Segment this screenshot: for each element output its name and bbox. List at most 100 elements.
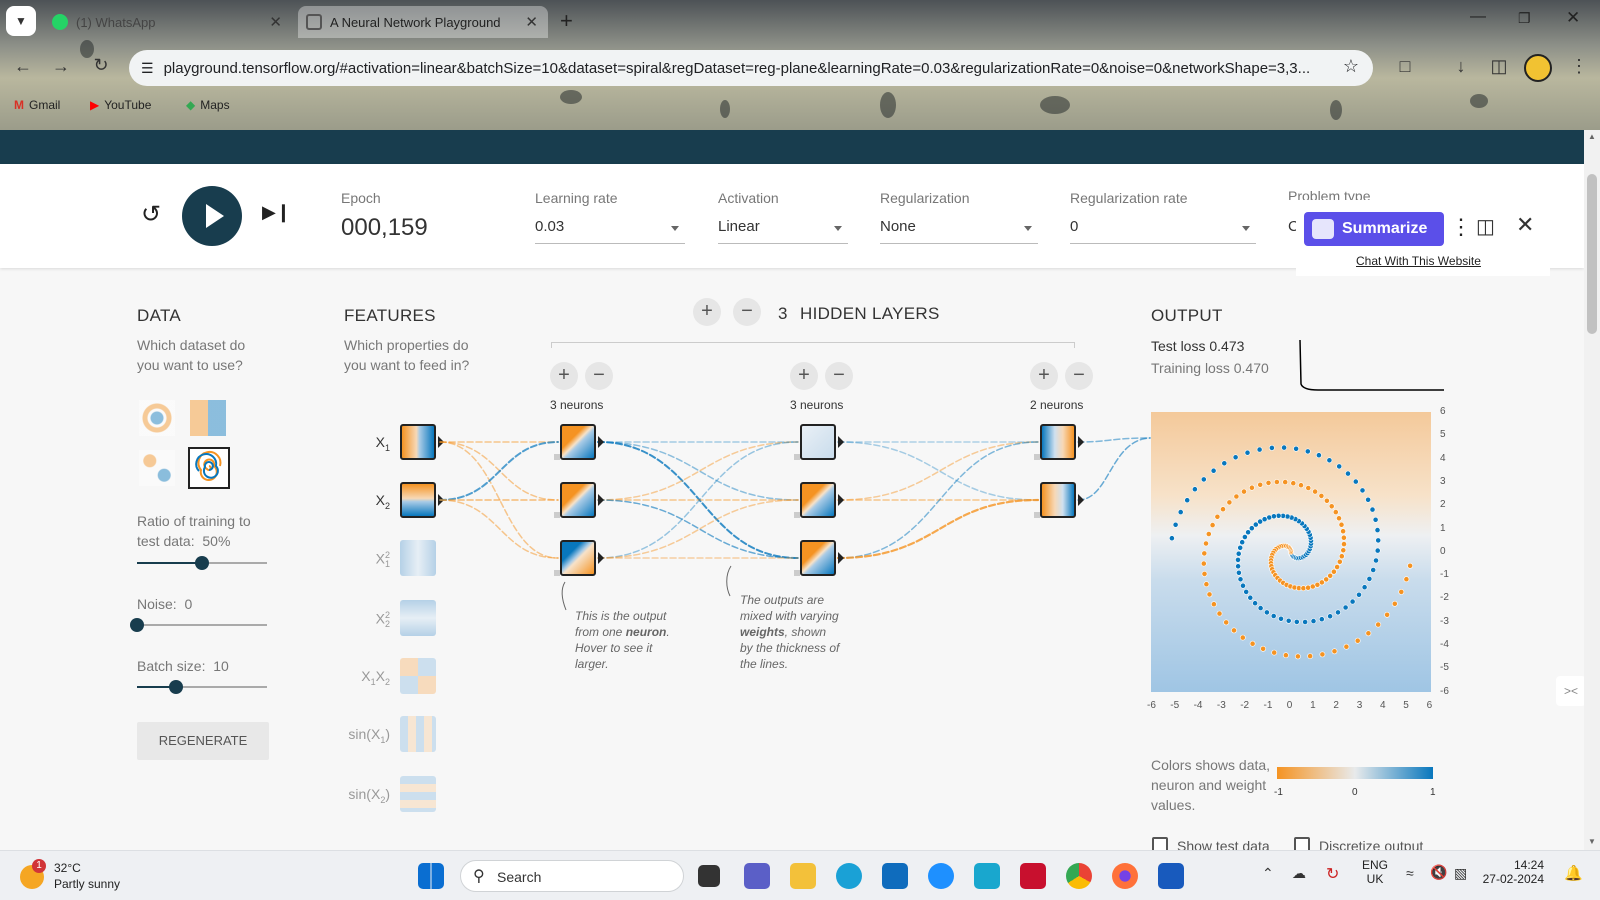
data-point	[1244, 449, 1251, 456]
data-point	[1239, 539, 1246, 546]
y-tick-label: -1	[1440, 569, 1449, 581]
wifi-icon[interactable]: ≈	[1406, 865, 1414, 881]
bias-marker[interactable]	[794, 570, 800, 576]
output-arrow-icon	[1078, 436, 1084, 448]
task-view-icon[interactable]	[698, 865, 720, 887]
data-point	[1260, 645, 1266, 652]
output-arrow-icon	[598, 494, 604, 506]
data-point	[1365, 496, 1371, 503]
clock[interactable]: 14:24 27-02-2024	[1483, 858, 1544, 886]
data-point	[1319, 651, 1326, 658]
output-arrow-icon	[838, 494, 844, 506]
neurons-count-label: 3 neurons	[550, 398, 604, 412]
weather-widget[interactable]: 1 32°C Partly sunny	[20, 859, 130, 893]
mcafee-icon[interactable]	[1020, 863, 1046, 889]
windows-start-icon[interactable]	[418, 863, 444, 889]
x-tick-label: 3	[1356, 700, 1363, 711]
remove-neuron-button[interactable]: −	[585, 362, 613, 390]
help-icon[interactable]	[928, 863, 954, 889]
neuron[interactable]	[1034, 424, 1084, 460]
neuron[interactable]	[554, 540, 604, 576]
taskbar-search[interactable]: ⚲ Search	[460, 860, 684, 892]
scroll-down-icon[interactable]: ▼	[1588, 837, 1596, 846]
search-label: Search	[497, 869, 542, 885]
output-arrow-icon	[1078, 494, 1084, 506]
firefox-icon[interactable]	[1112, 863, 1138, 889]
bias-marker[interactable]	[794, 454, 800, 460]
data-point	[1336, 463, 1343, 470]
remove-neuron-button[interactable]: −	[825, 362, 853, 390]
data-point	[1256, 446, 1263, 453]
language-indicator[interactable]: ENG UK	[1362, 858, 1388, 886]
notification-bell-icon[interactable]: 🔔	[1564, 864, 1583, 882]
data-point	[1330, 568, 1337, 575]
data-point	[1332, 509, 1339, 515]
data-point	[1223, 619, 1230, 626]
data-point	[1342, 604, 1349, 611]
x-tick-label: 5	[1403, 700, 1409, 711]
x-tick-label: -2	[1240, 700, 1250, 711]
data-point	[1290, 480, 1297, 487]
data-point	[1293, 618, 1300, 625]
x-tick-label: -4	[1193, 700, 1203, 711]
data-point	[1374, 527, 1381, 533]
neuron[interactable]	[554, 482, 604, 518]
legend-tick-mid: 0	[1352, 787, 1358, 798]
add-neuron-button[interactable]: +	[550, 362, 578, 390]
data-point	[1278, 615, 1284, 622]
side-collapse-icon[interactable]: ><	[1556, 676, 1586, 706]
data-point	[1328, 503, 1335, 510]
output-arrow-icon	[838, 552, 844, 564]
teams-icon[interactable]	[744, 863, 770, 889]
page-scrollbar[interactable]: ▲ ▼	[1584, 130, 1600, 850]
y-tick-label: 0	[1440, 545, 1446, 557]
search-icon: ⚲	[473, 868, 485, 885]
store-icon[interactable]	[882, 863, 908, 889]
neuron[interactable]	[554, 424, 604, 460]
file-explorer-icon[interactable]	[790, 863, 816, 889]
add-neuron-button[interactable]: +	[790, 362, 818, 390]
mypc-icon[interactable]	[974, 863, 1000, 889]
data-point	[1293, 445, 1299, 452]
remove-neuron-button[interactable]: −	[1065, 362, 1093, 390]
bias-marker[interactable]	[554, 454, 560, 460]
data-point	[1327, 572, 1334, 579]
data-point	[1241, 488, 1247, 495]
output-heading: OUTPUT	[1151, 306, 1223, 325]
neuron[interactable]	[794, 482, 844, 518]
y-tick-label: 4	[1440, 452, 1446, 464]
data-point	[1384, 611, 1390, 618]
data-point	[1264, 609, 1270, 616]
word-icon[interactable]	[1158, 863, 1184, 889]
data-point	[1349, 598, 1356, 605]
volume-mute-icon[interactable]: 🔇	[1430, 864, 1447, 881]
bias-marker[interactable]	[794, 512, 800, 518]
neuron[interactable]	[794, 540, 844, 576]
bias-marker[interactable]	[1034, 454, 1040, 460]
data-point	[1338, 521, 1345, 528]
chrome-icon[interactable]	[1066, 863, 1092, 889]
scroll-up-icon[interactable]: ▲	[1588, 132, 1596, 141]
neuron[interactable]	[1034, 482, 1084, 518]
y-tick-label: -6	[1440, 685, 1449, 697]
data-point	[1282, 652, 1289, 659]
data-point	[1214, 513, 1221, 520]
sync-icon[interactable]: ↻	[1326, 864, 1339, 884]
data-point	[1252, 600, 1258, 607]
edge-icon[interactable]	[836, 863, 862, 889]
bias-marker[interactable]	[554, 570, 560, 576]
y-tick-label: -3	[1440, 615, 1449, 627]
battery-icon[interactable]: ▧	[1454, 865, 1467, 882]
onedrive-icon[interactable]: ☁	[1292, 865, 1306, 882]
data-point	[1327, 613, 1333, 620]
neuron[interactable]	[794, 424, 844, 460]
tray-chevron-icon[interactable]: ⌃	[1262, 865, 1274, 882]
data-point	[1235, 563, 1241, 570]
data-point	[1391, 600, 1398, 607]
data-point	[1302, 619, 1308, 625]
bias-marker[interactable]	[554, 512, 560, 518]
data-point	[1352, 478, 1359, 485]
scrollbar-thumb[interactable]	[1587, 174, 1597, 334]
add-neuron-button[interactable]: +	[1030, 362, 1058, 390]
bias-marker[interactable]	[1034, 512, 1040, 518]
